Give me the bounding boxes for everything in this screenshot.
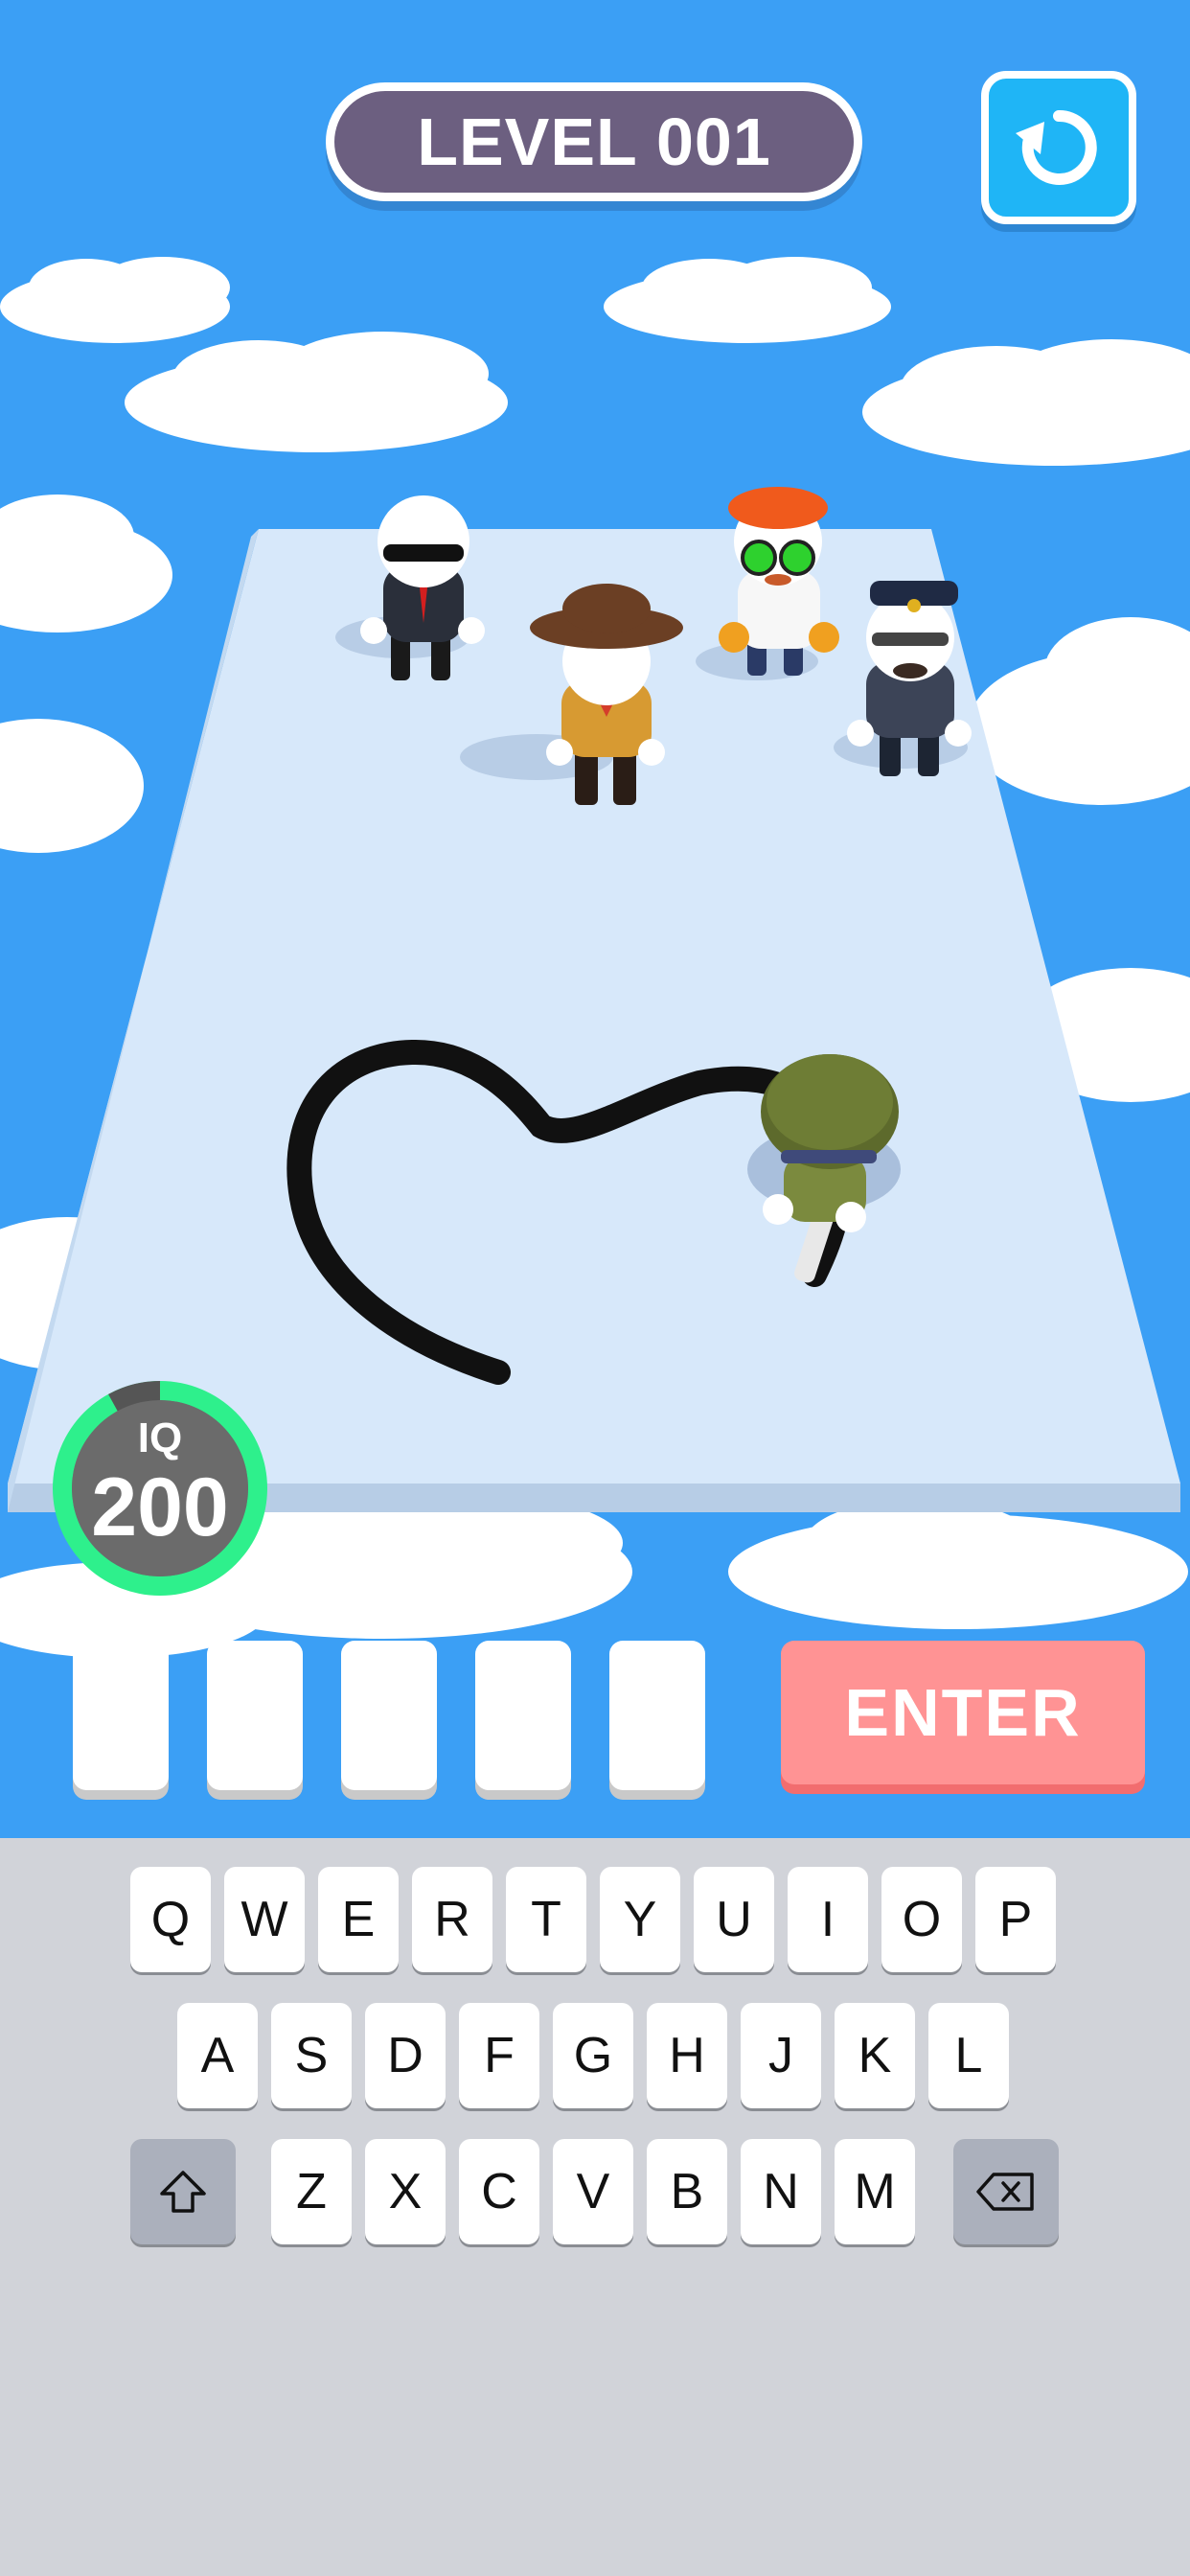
key-l[interactable]: L xyxy=(928,2003,1009,2108)
key-h[interactable]: H xyxy=(647,2003,727,2108)
backspace-key[interactable] xyxy=(953,2139,1059,2244)
key-n[interactable]: N xyxy=(741,2139,821,2244)
key-x[interactable]: X xyxy=(365,2139,446,2244)
enter-label: ENTER xyxy=(844,1675,1082,1750)
key-q[interactable]: Q xyxy=(130,1867,211,1972)
key-o[interactable]: O xyxy=(881,1867,962,1972)
letter-slot-2[interactable] xyxy=(207,1641,303,1790)
key-v[interactable]: V xyxy=(553,2139,633,2244)
restart-button[interactable] xyxy=(981,71,1136,224)
iq-score: 200 xyxy=(91,1461,229,1553)
cloud xyxy=(0,719,144,853)
key-u[interactable]: U xyxy=(694,1867,774,1972)
iq-badge: IQ 200 xyxy=(40,1368,280,1608)
key-g[interactable]: G xyxy=(553,2003,633,2108)
key-i[interactable]: I xyxy=(788,1867,868,1972)
letter-slot-1[interactable] xyxy=(73,1641,169,1790)
key-t[interactable]: T xyxy=(506,1867,586,1972)
key-b[interactable]: B xyxy=(647,2139,727,2244)
key-w[interactable]: W xyxy=(224,1867,305,1972)
keyboard: Q W E R T Y U I O P A S D F G H J K L Z … xyxy=(0,1838,1190,2576)
shift-icon xyxy=(160,2171,206,2213)
key-z[interactable]: Z xyxy=(271,2139,352,2244)
backspace-icon xyxy=(976,2173,1034,2211)
key-m[interactable]: M xyxy=(835,2139,915,2244)
key-r[interactable]: R xyxy=(412,1867,492,1972)
letter-slot-5[interactable] xyxy=(609,1641,705,1790)
key-k[interactable]: K xyxy=(835,2003,915,2108)
key-j[interactable]: J xyxy=(741,2003,821,2108)
key-y[interactable]: Y xyxy=(600,1867,680,1972)
key-p[interactable]: P xyxy=(975,1867,1056,1972)
cloud xyxy=(862,339,1190,466)
level-label: LEVEL 001 xyxy=(417,104,771,179)
key-s[interactable]: S xyxy=(271,2003,352,2108)
cloud xyxy=(604,257,891,343)
key-d[interactable]: D xyxy=(365,2003,446,2108)
cloud xyxy=(0,257,230,343)
cloud xyxy=(125,332,508,452)
enter-button[interactable]: ENTER xyxy=(781,1641,1145,1784)
iq-label: IQ xyxy=(137,1414,183,1461)
letter-slot-3[interactable] xyxy=(341,1641,437,1790)
shift-key[interactable] xyxy=(130,2139,236,2244)
restart-icon xyxy=(1016,109,1097,185)
cloud xyxy=(0,494,172,632)
level-indicator: LEVEL 001 xyxy=(326,82,862,201)
key-c[interactable]: C xyxy=(459,2139,539,2244)
letter-slot-4[interactable] xyxy=(475,1641,571,1790)
game-scene: LEVEL 001 IQ 200 ENTER xyxy=(0,0,1190,1838)
cloud xyxy=(968,617,1190,805)
key-e[interactable]: E xyxy=(318,1867,399,1972)
key-f[interactable]: F xyxy=(459,2003,539,2108)
cloud xyxy=(728,1499,1188,1629)
key-a[interactable]: A xyxy=(177,2003,258,2108)
